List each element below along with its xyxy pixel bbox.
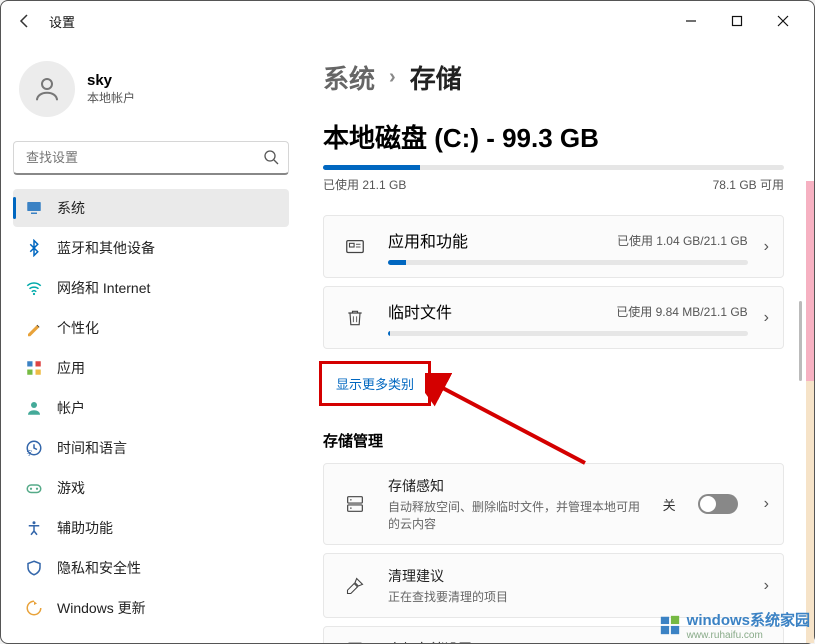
storage-sense-title: 存储感知 — [388, 476, 647, 496]
nav-item-label: 时间和语言 — [57, 438, 127, 458]
close-button[interactable] — [760, 5, 806, 37]
nav-item-label: 应用 — [57, 358, 85, 378]
nav-item-label: 游戏 — [57, 478, 85, 498]
broom-icon — [338, 576, 372, 596]
close-icon — [777, 15, 789, 27]
person-icon — [32, 74, 62, 104]
privacy-icon — [25, 559, 43, 577]
minimize-button[interactable] — [668, 5, 714, 37]
chevron-right-icon: › — [764, 577, 769, 595]
category-title: 临时文件 — [388, 299, 452, 323]
apps-icon — [338, 236, 372, 258]
nav-item-personalize[interactable]: 个性化 — [13, 309, 289, 347]
window-title: 设置 — [49, 12, 75, 31]
apps-icon — [25, 359, 43, 377]
category-bar — [388, 331, 748, 336]
storage-management-heading: 存储管理 — [323, 430, 784, 451]
category-title: 应用和功能 — [388, 228, 468, 252]
chevron-right-icon: › — [764, 309, 769, 327]
watermark: windows系统家园 www.ruhaifu.com — [659, 609, 810, 641]
windows-logo-icon — [659, 614, 681, 636]
nav-item-label: 个性化 — [57, 318, 99, 338]
personalize-icon — [25, 319, 43, 337]
cleanup-desc: 正在查找要清理的项目 — [388, 588, 748, 605]
watermark-sub: www.ruhaifu.com — [687, 630, 810, 641]
drive-icon — [338, 493, 372, 515]
nav-item-label: 网络和 Internet — [57, 278, 150, 298]
chevron-right-icon: › — [764, 238, 769, 256]
avatar — [19, 61, 75, 117]
chevron-right-icon: › — [389, 66, 396, 89]
account-icon — [25, 399, 43, 417]
nav-item-gaming[interactable]: 游戏 — [13, 469, 289, 507]
time-icon: 字 — [25, 439, 43, 457]
arrow-left-icon — [17, 13, 33, 29]
maximize-button[interactable] — [714, 5, 760, 37]
nav-item-label: 辅助功能 — [57, 518, 113, 538]
category-used-label: 已使用 9.84 MB/21.1 GB — [616, 303, 747, 320]
toggle-state-label: 关 — [663, 495, 676, 514]
nav-item-account[interactable]: 帐户 — [13, 389, 289, 427]
nav-item-label: 蓝牙和其他设备 — [57, 238, 155, 258]
category-bar — [388, 260, 748, 265]
profile-name: sky — [87, 72, 135, 89]
breadcrumb-current: 存储 — [410, 59, 462, 96]
nav-item-label: 帐户 — [57, 398, 85, 418]
category-apps[interactable]: 应用和功能 已使用 1.04 GB/21.1 GB › — [323, 215, 784, 278]
nav-item-time[interactable]: 字时间和语言 — [13, 429, 289, 467]
titlebar: 设置 — [1, 1, 814, 41]
nav-item-label: 系统 — [57, 198, 85, 218]
nav-item-apps[interactable]: 应用 — [13, 349, 289, 387]
minimize-icon — [685, 15, 697, 27]
storage-sense-desc: 自动释放空间、删除临时文件，并管理本地可用的云内容 — [388, 498, 647, 532]
nav-list: 系统蓝牙和其他设备网络和 Internet 个性化应用帐户字时间和语言游戏辅助功能… — [13, 189, 289, 627]
watermark-brand: windows系统家园 — [687, 609, 810, 630]
breadcrumb-parent[interactable]: 系统 — [323, 59, 375, 96]
accessibility-icon — [25, 519, 43, 537]
profile-block[interactable]: sky 本地帐户 — [13, 53, 289, 135]
gaming-icon — [25, 479, 43, 497]
cleanup-title: 清理建议 — [388, 566, 748, 586]
show-more-categories-link[interactable]: 显示更多类别 — [334, 368, 416, 399]
nav-item-bluetooth[interactable]: 蓝牙和其他设备 — [13, 229, 289, 267]
chevron-right-icon: › — [764, 495, 769, 513]
profile-subtitle: 本地帐户 — [87, 89, 135, 106]
annotation-highlight: 显示更多类别 — [319, 361, 431, 406]
update-icon — [25, 599, 43, 617]
disk-title: 本地磁盘 (C:) - 99.3 GB — [323, 118, 784, 155]
storage-sense-toggle[interactable] — [698, 494, 738, 514]
disk-used-label: 已使用 21.1 GB — [323, 176, 406, 193]
search-box — [13, 141, 289, 175]
nav-item-wifi[interactable]: 网络和 Internet — [13, 269, 289, 307]
system-icon — [25, 199, 43, 217]
category-temp-files[interactable]: 临时文件 已使用 9.84 MB/21.1 GB › — [323, 286, 784, 349]
maximize-icon — [731, 15, 743, 27]
search-input[interactable] — [13, 141, 289, 175]
nav-item-privacy[interactable]: 隐私和安全性 — [13, 549, 289, 587]
sidebar: sky 本地帐户 系统蓝牙和其他设备网络和 Internet 个性化应用帐户字时间… — [1, 41, 301, 643]
breadcrumb: 系统 › 存储 — [323, 59, 784, 96]
nav-item-update[interactable]: Windows 更新 — [13, 589, 289, 627]
nav-item-label: 隐私和安全性 — [57, 558, 141, 578]
disk-free-label: 78.1 GB 可用 — [713, 176, 784, 193]
storage-sense-row[interactable]: 存储感知 自动释放空间、删除临时文件，并管理本地可用的云内容 关 › — [323, 463, 784, 545]
wifi-icon — [25, 279, 43, 297]
trash-icon — [338, 308, 372, 328]
main-content: 系统 › 存储 本地磁盘 (C:) - 99.3 GB 已使用 21.1 GB … — [301, 41, 814, 643]
scrollbar[interactable] — [799, 301, 802, 381]
settings-icon — [338, 639, 372, 643]
nav-item-system[interactable]: 系统 — [13, 189, 289, 227]
bluetooth-icon — [25, 239, 43, 257]
nav-item-label: Windows 更新 — [57, 598, 146, 618]
decorative-strip — [806, 61, 814, 643]
nav-item-accessibility[interactable]: 辅助功能 — [13, 509, 289, 547]
category-used-label: 已使用 1.04 GB/21.1 GB — [617, 232, 748, 249]
disk-usage-bar — [323, 165, 784, 170]
back-button[interactable] — [9, 5, 41, 37]
